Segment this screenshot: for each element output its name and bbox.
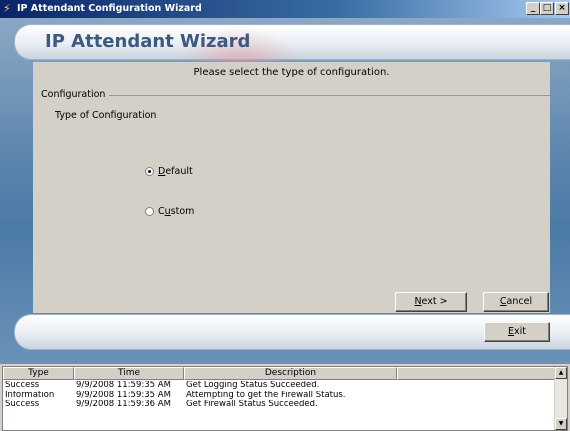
content-panel: Please select the type of configuration.… — [33, 62, 550, 313]
log-rows: Success 9/9/2008 11:59:35 AM Get Logging… — [3, 381, 446, 410]
column-header-description[interactable]: Description — [184, 367, 397, 380]
column-header-time[interactable]: Time — [74, 367, 184, 380]
cancel-button[interactable]: Cancel — [483, 292, 549, 312]
radio-default[interactable]: Default — [145, 166, 193, 177]
header-title: IP Attendant Wizard — [45, 31, 251, 52]
column-header-type[interactable]: Type — [3, 367, 74, 380]
log-description: Attempting to get the Firewall Status. — [186, 390, 346, 400]
window-title: IP Attendant Configuration Wizard — [17, 3, 202, 14]
type-of-configuration-label: Type of Configuration — [55, 110, 157, 121]
radio-custom-label[interactable]: Custom — [158, 206, 194, 217]
radio-custom-indicator[interactable] — [145, 207, 154, 216]
log-type: Success — [5, 381, 40, 390]
log-row[interactable]: Success 9/9/2008 11:59:36 AM Get Firewal… — [3, 400, 446, 410]
log-type: Success — [5, 400, 40, 409]
next-button[interactable]: Next > — [395, 292, 467, 312]
radio-custom[interactable]: Custom — [145, 206, 194, 217]
maximize-button[interactable]: □ — [540, 2, 554, 15]
group-divider — [103, 95, 550, 96]
radio-default-indicator[interactable] — [145, 167, 154, 176]
prompt-text: Please select the type of configuration. — [193, 67, 390, 78]
log-header: Type Time Description — [3, 367, 555, 380]
app-icon: ⚡ — [3, 2, 11, 15]
close-button[interactable]: × — [555, 2, 569, 15]
group-label: Configuration — [41, 89, 110, 100]
column-header-blank[interactable] — [397, 367, 555, 380]
title-bar[interactable]: ⚡ IP Attendant Configuration Wizard _ □ … — [0, 0, 570, 18]
log-description: Get Logging Status Succeeded. — [186, 381, 320, 390]
log-row[interactable]: Success 9/9/2008 11:59:35 AM Get Logging… — [3, 381, 446, 391]
exit-button[interactable]: Exit — [484, 322, 550, 342]
radio-default-label[interactable]: Default — [158, 166, 193, 177]
log-time: 9/9/2008 11:59:35 AM — [76, 390, 171, 400]
log-description: Get Firewall Status Succeeded. — [186, 400, 318, 409]
log-type: Information — [5, 390, 55, 400]
log-list[interactable]: Type Time Description Success 9/9/2008 1… — [2, 366, 568, 431]
scroll-up-arrow-icon[interactable]: ▲ — [555, 367, 567, 379]
wizard-frame: IP Attendant Wizard Please select the ty… — [0, 18, 570, 364]
log-scrollbar[interactable]: ▲ ▼ — [554, 367, 567, 430]
footer-band: Exit — [14, 314, 570, 350]
header-band: IP Attendant Wizard — [14, 24, 570, 67]
minimize-button[interactable]: _ — [526, 2, 540, 15]
log-time: 9/9/2008 11:59:35 AM — [76, 381, 171, 390]
log-time: 9/9/2008 11:59:36 AM — [76, 400, 171, 409]
scroll-down-arrow-icon[interactable]: ▼ — [555, 418, 567, 430]
log-row[interactable]: Information 9/9/2008 11:59:35 AM Attempt… — [3, 391, 446, 401]
